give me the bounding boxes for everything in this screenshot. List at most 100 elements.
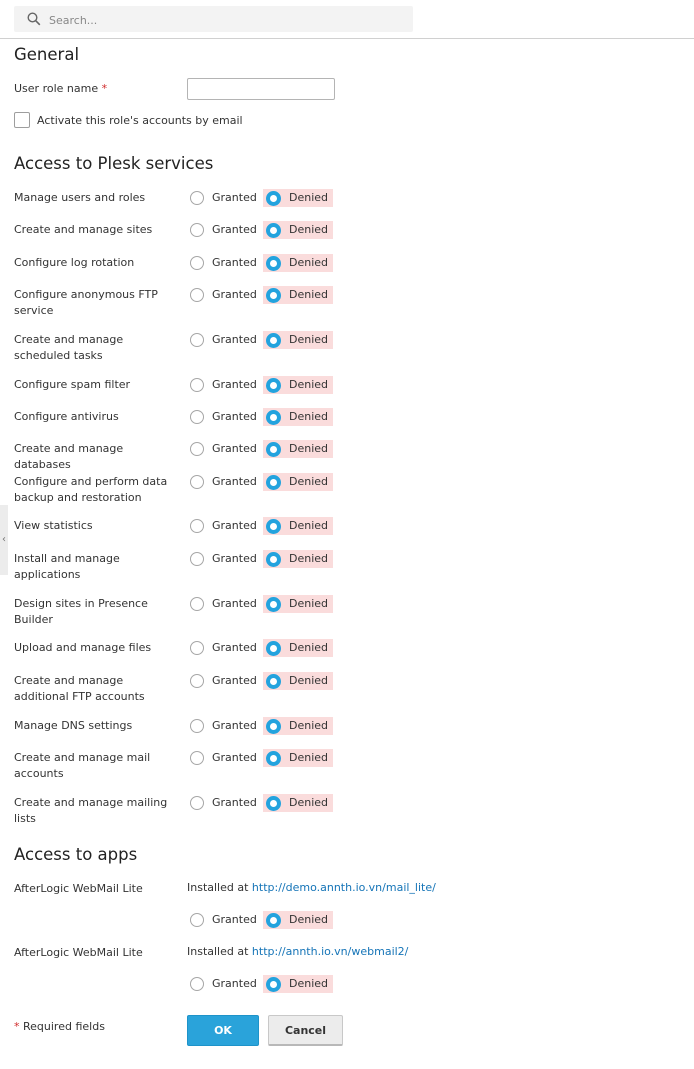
granted-radio[interactable]: Granted (190, 673, 257, 689)
granted-radio[interactable]: Granted (190, 518, 257, 534)
radio-button[interactable] (266, 190, 281, 206)
radio-button[interactable] (266, 640, 281, 656)
app-name: AfterLogic WebMail Lite (14, 882, 143, 895)
role-name-input[interactable] (187, 78, 335, 100)
radio-button[interactable] (266, 596, 281, 612)
denied-radio[interactable]: Denied (263, 286, 334, 304)
radio-button[interactable] (190, 641, 204, 655)
radio-button[interactable] (190, 256, 204, 270)
denied-radio[interactable]: Denied (263, 749, 334, 767)
granted-radio[interactable]: Granted (190, 222, 257, 238)
granted-radio[interactable]: Granted (190, 409, 257, 425)
sidebar-collapse-handle[interactable]: ‹ (0, 505, 8, 575)
granted-label: Granted (212, 674, 257, 687)
radio-button[interactable] (190, 378, 204, 392)
radio-button[interactable] (190, 977, 204, 991)
denied-radio[interactable]: Denied (263, 376, 334, 394)
radio-button[interactable] (190, 475, 204, 489)
denied-radio[interactable]: Denied (263, 408, 334, 426)
granted-radio[interactable]: Granted (190, 255, 257, 271)
granted-label: Granted (212, 597, 257, 610)
service-label: Create and manage scheduled tasks (14, 333, 124, 362)
radio-button[interactable] (266, 222, 281, 238)
radio-button[interactable] (190, 288, 204, 302)
radio-button[interactable] (190, 796, 204, 810)
denied-radio[interactable]: Denied (263, 517, 334, 535)
radio-button[interactable] (266, 673, 281, 689)
granted-radio[interactable]: Granted (190, 976, 257, 992)
granted-radio[interactable]: Granted (190, 377, 257, 393)
denied-label: Denied (289, 796, 329, 809)
denied-label: Denied (289, 913, 329, 926)
radio-button[interactable] (190, 597, 204, 611)
search-icon (27, 12, 41, 26)
radio-button[interactable] (190, 719, 204, 733)
cancel-button[interactable]: Cancel (268, 1015, 343, 1046)
granted-radio[interactable]: Granted (190, 474, 257, 490)
granted-radio[interactable]: Granted (190, 718, 257, 734)
denied-radio[interactable]: Denied (263, 672, 334, 690)
denied-radio[interactable]: Denied (263, 595, 334, 613)
radio-button[interactable] (190, 552, 204, 566)
ok-button[interactable]: OK (187, 1015, 259, 1046)
radio-button[interactable] (266, 551, 281, 567)
granted-label: Granted (212, 288, 257, 301)
granted-label: Granted (212, 223, 257, 236)
radio-button[interactable] (190, 333, 204, 347)
radio-button[interactable] (266, 795, 281, 811)
granted-label: Granted (212, 913, 257, 926)
radio-button[interactable] (190, 751, 204, 765)
granted-radio[interactable]: Granted (190, 287, 257, 303)
radio-button[interactable] (190, 223, 204, 237)
radio-button[interactable] (190, 410, 204, 424)
radio-button[interactable] (190, 519, 204, 533)
granted-radio[interactable]: Granted (190, 912, 257, 928)
granted-radio[interactable]: Granted (190, 332, 257, 348)
service-label: Create and manage sites (14, 223, 153, 236)
granted-radio[interactable]: Granted (190, 596, 257, 612)
denied-radio[interactable]: Denied (263, 639, 334, 657)
denied-radio[interactable]: Denied (263, 550, 334, 568)
radio-button[interactable] (266, 332, 281, 348)
radio-button[interactable] (190, 442, 204, 456)
radio-button[interactable] (266, 255, 281, 271)
denied-label: Denied (289, 674, 329, 687)
denied-radio[interactable]: Denied (263, 975, 334, 993)
denied-radio[interactable]: Denied (263, 794, 334, 812)
granted-radio[interactable]: Granted (190, 441, 257, 457)
denied-radio[interactable]: Denied (263, 189, 334, 207)
denied-radio[interactable]: Denied (263, 254, 334, 272)
app-url-link[interactable]: http://demo.annth.io.vn/mail_lite/ (252, 881, 436, 894)
granted-radio[interactable]: Granted (190, 750, 257, 766)
radio-button[interactable] (190, 674, 204, 688)
granted-radio[interactable]: Granted (190, 190, 257, 206)
search-input[interactable] (47, 9, 401, 31)
denied-label: Denied (289, 191, 329, 204)
radio-button[interactable] (266, 912, 281, 928)
service-label: Create and manage databases (14, 442, 124, 471)
denied-radio[interactable]: Denied (263, 911, 334, 929)
radio-button[interactable] (266, 377, 281, 393)
denied-radio[interactable]: Denied (263, 473, 334, 491)
granted-radio[interactable]: Granted (190, 551, 257, 567)
denied-radio[interactable]: Denied (263, 331, 334, 349)
activate-by-email-checkbox[interactable] (14, 112, 30, 128)
denied-radio[interactable]: Denied (263, 717, 334, 735)
activate-by-email-label: Activate this role's accounts by email (37, 114, 243, 127)
radio-button[interactable] (190, 913, 204, 927)
granted-radio[interactable]: Granted (190, 795, 257, 811)
radio-button[interactable] (266, 976, 281, 992)
denied-label: Denied (289, 442, 329, 455)
denied-radio[interactable]: Denied (263, 221, 334, 239)
radio-button[interactable] (266, 287, 281, 303)
radio-button[interactable] (266, 518, 281, 534)
app-url-link[interactable]: http://annth.io.vn/webmail2/ (252, 945, 408, 958)
radio-button[interactable] (190, 191, 204, 205)
radio-button[interactable] (266, 409, 281, 425)
granted-radio[interactable]: Granted (190, 640, 257, 656)
radio-button[interactable] (266, 441, 281, 457)
denied-radio[interactable]: Denied (263, 440, 334, 458)
radio-button[interactable] (266, 474, 281, 490)
radio-button[interactable] (266, 750, 281, 766)
radio-button[interactable] (266, 718, 281, 734)
